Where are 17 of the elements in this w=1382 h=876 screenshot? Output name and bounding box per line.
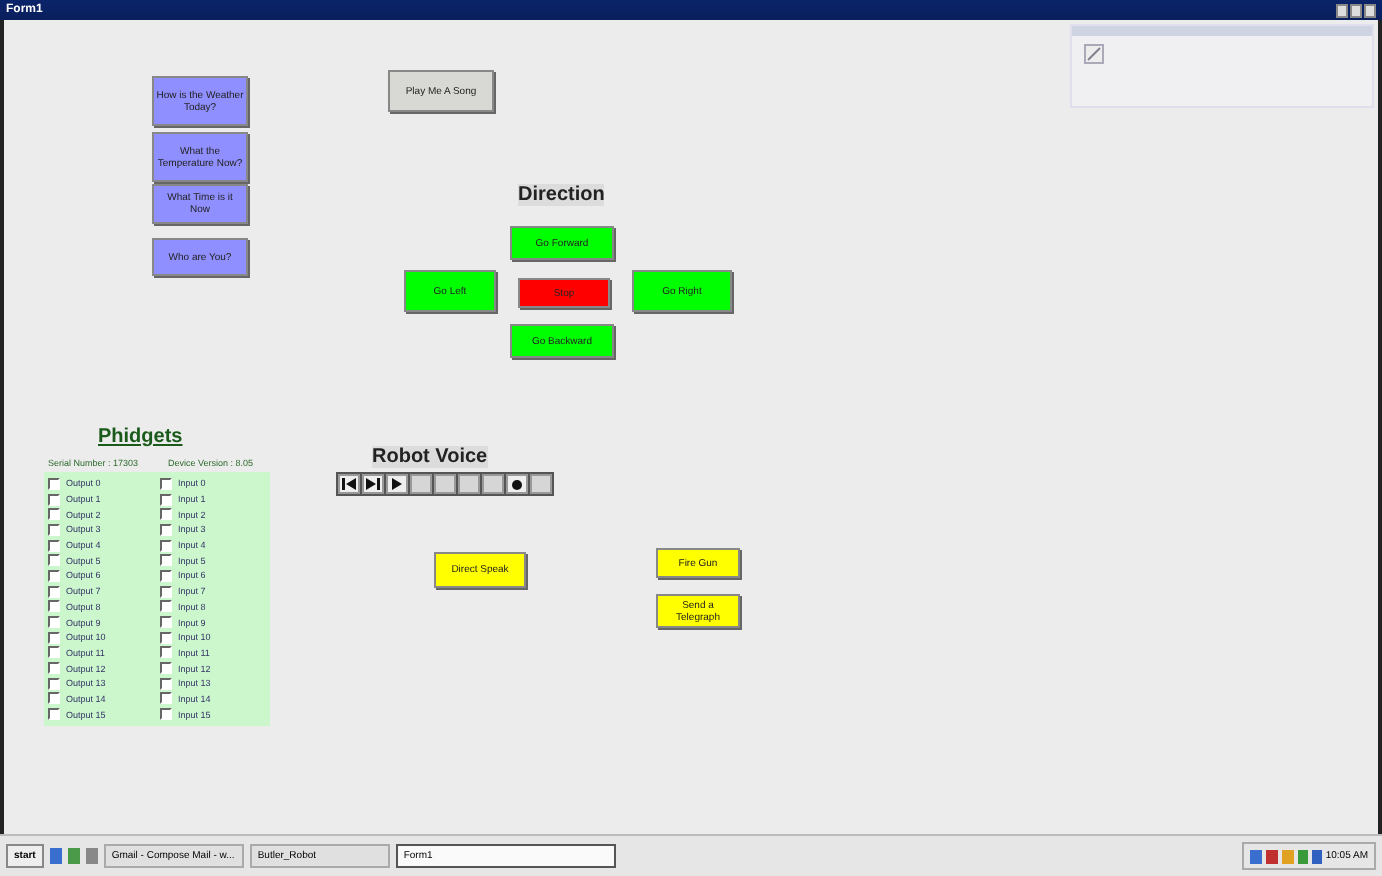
play-icon bbox=[392, 478, 402, 490]
media-button[interactable] bbox=[386, 474, 408, 494]
tray-icons bbox=[1249, 849, 1322, 863]
document-icon bbox=[1084, 44, 1104, 64]
minimize-button[interactable] bbox=[1336, 3, 1348, 17]
phidgets-heading: Phidgets bbox=[98, 426, 183, 448]
quick-launch-icons[interactable] bbox=[49, 848, 98, 864]
direction-heading: Direction bbox=[518, 184, 605, 206]
record-icon bbox=[512, 479, 522, 489]
skip-back-icon bbox=[342, 478, 356, 490]
media-button[interactable] bbox=[506, 474, 528, 494]
maximize-button[interactable] bbox=[1350, 3, 1362, 17]
media-button[interactable] bbox=[338, 474, 360, 494]
close-button[interactable] bbox=[1364, 3, 1376, 17]
media-button[interactable] bbox=[362, 474, 384, 494]
robot-voice-heading: Robot Voice bbox=[372, 446, 488, 468]
step-icon bbox=[366, 478, 380, 490]
